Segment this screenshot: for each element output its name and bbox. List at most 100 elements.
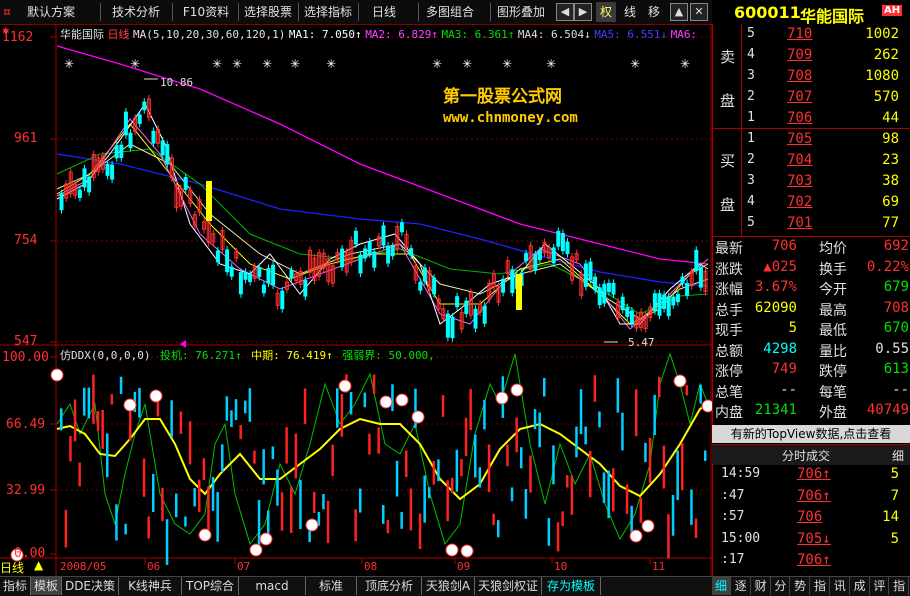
right-tab[interactable]: 势	[791, 577, 811, 595]
quote-value: 0.55	[875, 340, 909, 357]
candle	[340, 248, 345, 268]
indicator-title: 仿DDX(0,0,0,0) 投机: 76.271↑ 中期: 76.419↑ 强弱…	[60, 347, 435, 363]
arrow-right-icon[interactable]: ▶	[574, 3, 592, 21]
indicator-bar	[469, 388, 472, 431]
tick-time: :17	[721, 552, 745, 567]
right-tab[interactable]: 成	[851, 577, 870, 595]
ind-level-33: 32.99	[6, 483, 46, 498]
sell-level: 3	[747, 68, 755, 83]
toolbar-overlay[interactable]: 图形叠加	[492, 2, 550, 22]
indicator-bar	[175, 493, 178, 518]
right-tab[interactable]: 讯	[831, 577, 850, 595]
toolbar-line[interactable]: 线	[620, 2, 640, 22]
chart-area[interactable]: ✳ ✳ ✳ ✳ ✳ ✳ ✳ ✳ ✳ ✳ ✳ ✳ ✳	[0, 24, 712, 576]
quote-label: 最低	[819, 323, 847, 339]
quote-label: 跌停	[819, 364, 847, 380]
quote-value: 40749	[866, 402, 909, 418]
indicator-bar	[115, 504, 118, 541]
svg-text:✳: ✳	[546, 57, 556, 71]
smiley-icon	[411, 410, 425, 424]
svg-text:✳: ✳	[64, 57, 74, 71]
quote-label: 换手	[819, 261, 847, 278]
quote-value: 4298	[763, 340, 797, 357]
tab-standard[interactable]: 标准	[306, 577, 357, 595]
candle	[261, 284, 266, 294]
ticks-detail[interactable]: 细	[892, 447, 904, 464]
period-arrow-icon[interactable]: ▲	[34, 558, 43, 572]
date-label-4: 09	[457, 560, 471, 573]
indicator-bar	[524, 489, 528, 519]
tab-indicator[interactable]: 指标	[0, 577, 31, 595]
quote-value: 62090	[754, 299, 797, 316]
indicator-bar	[290, 486, 293, 534]
tab-template[interactable]: 模板	[31, 577, 62, 595]
tab-macd[interactable]: macd	[239, 577, 306, 595]
toolbar-rights[interactable]: 权	[596, 2, 616, 22]
right-tab[interactable]: 指	[890, 577, 910, 595]
right-tab[interactable]: 财	[752, 577, 771, 595]
close-icon[interactable]: ✕	[690, 3, 708, 21]
toolbar-f10[interactable]: F10资料	[176, 2, 236, 22]
indicator-bar	[607, 470, 610, 519]
indicator-bar	[584, 426, 587, 445]
topview-notice[interactable]: 有新的TopView数据,点击查看	[712, 425, 910, 443]
buy-price: 701	[787, 215, 813, 231]
candle	[59, 193, 64, 211]
smiley-icon	[123, 398, 137, 412]
tick-price: 705↓	[797, 530, 831, 547]
toolbar-move[interactable]: 移	[644, 2, 664, 22]
indicator-bar	[612, 468, 615, 512]
indicator-bar	[681, 442, 684, 491]
sell-price: 707	[787, 89, 813, 105]
sell-level: 4	[747, 47, 755, 62]
svg-text:✳: ✳	[262, 57, 272, 71]
toolbar-select-indicator[interactable]: 选择指标	[300, 2, 356, 22]
period-label[interactable]: 日线	[0, 559, 24, 576]
arrow-up-icon[interactable]: ▲	[670, 3, 688, 21]
tab-dde[interactable]: DDE决策	[62, 577, 119, 595]
candle	[142, 101, 147, 111]
svg-text:✳: ✳	[130, 57, 140, 71]
toolbar-select-stock[interactable]: 选择股票	[240, 2, 296, 22]
indicator-bar	[437, 459, 440, 482]
buy-label-1: 买	[720, 152, 736, 170]
toolbar-default-scheme[interactable]: 默认方案	[16, 2, 86, 22]
quote-value: 708	[883, 299, 909, 316]
order-book: 卖 盘 买 盘 5 710 1002 4 709 262 3 708 1080 2 707 570 1 7…	[712, 24, 910, 236]
indicator-bar	[322, 493, 325, 510]
tab-top-bottom[interactable]: 顶底分析	[357, 577, 422, 595]
tab-save-template[interactable]: 存为模板	[542, 577, 601, 595]
toolbar-tech-analysis[interactable]: 技术分析	[102, 2, 170, 22]
ah-badge: AH	[882, 5, 903, 16]
tab-kline[interactable]: K线神兵	[119, 577, 182, 595]
candle	[445, 313, 450, 338]
quote-label: 涨跌	[715, 261, 743, 278]
right-tab[interactable]: 细	[712, 577, 731, 595]
smiley-icon	[198, 528, 212, 542]
right-tab[interactable]: 评	[870, 577, 890, 595]
indicator-bar	[119, 376, 123, 395]
candle	[560, 233, 565, 252]
toolbar-multi-chart[interactable]: 多图组合	[420, 2, 480, 22]
quote-value: 706	[771, 238, 797, 254]
candle	[114, 145, 119, 159]
indicator-bar	[124, 523, 127, 535]
indicator-bar	[313, 491, 316, 514]
indicator-bar	[593, 375, 597, 402]
right-tab[interactable]: 指	[811, 577, 830, 595]
candle	[257, 267, 262, 277]
toolbar-period-daily[interactable]: 日线	[364, 2, 404, 22]
candle	[386, 245, 391, 264]
arrow-left-icon[interactable]: ◀	[556, 3, 574, 21]
menu-icon[interactable]: ¤	[0, 2, 14, 22]
right-tab[interactable]: 逐	[732, 577, 751, 595]
sell-volume: 1002	[865, 26, 899, 42]
right-tab[interactable]: 分	[771, 577, 791, 595]
indicator-bar	[60, 408, 63, 431]
indicator-bar	[685, 385, 689, 396]
tab-tianlang-a[interactable]: 天狼剑A	[422, 577, 475, 595]
candle	[87, 176, 92, 193]
tab-tianlang-warrant[interactable]: 天狼剑权证	[475, 577, 542, 595]
quote-value: 5	[788, 320, 797, 336]
tab-top[interactable]: TOP综合	[182, 577, 239, 595]
